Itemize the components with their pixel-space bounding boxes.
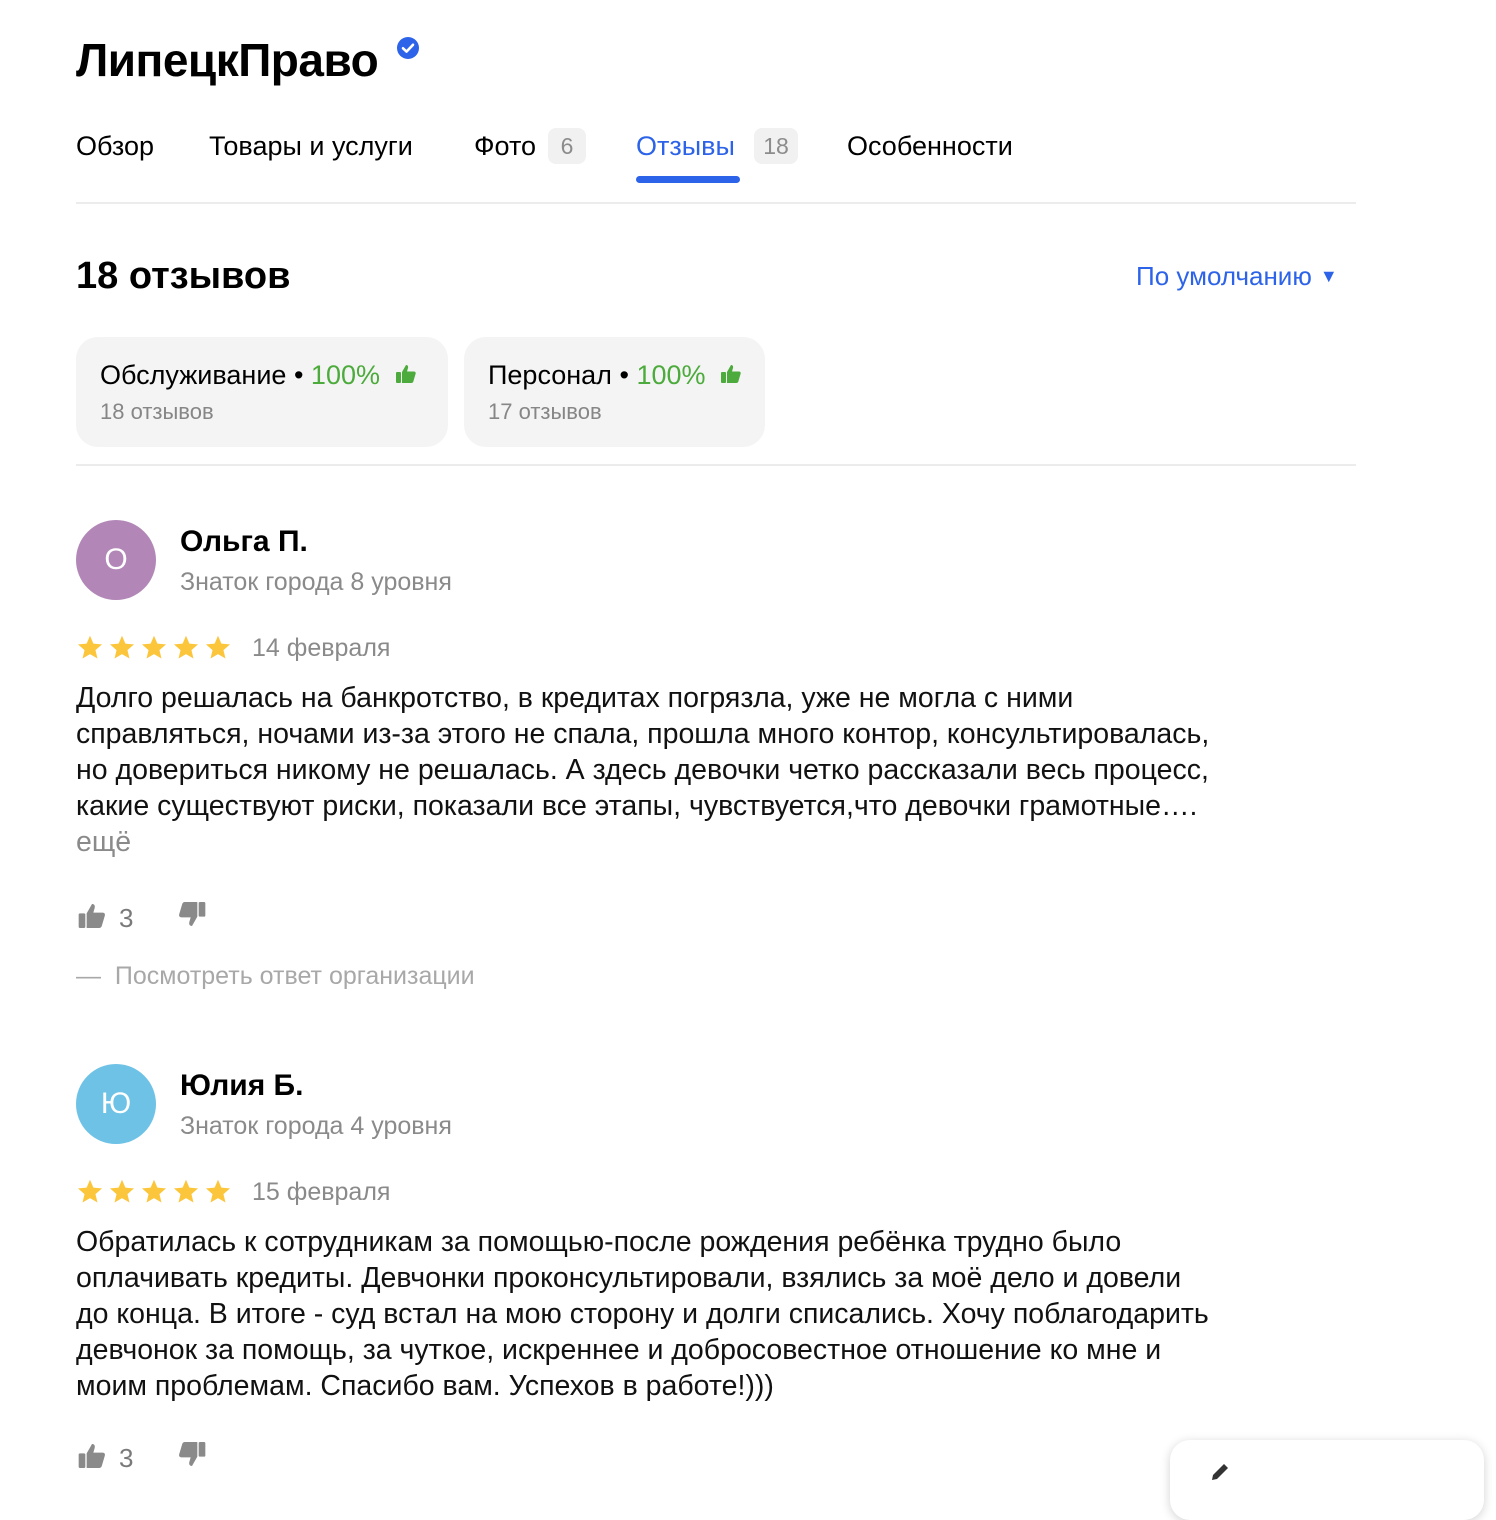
- tab-count-badge: 18: [754, 128, 798, 164]
- review-rating-stars: [76, 1178, 236, 1206]
- tab-count-badge: 6: [548, 128, 586, 164]
- organization-title: ЛипецкПраво: [76, 34, 379, 86]
- thumbs-down-icon[interactable]: [176, 1438, 208, 1470]
- aspect-title: Персонал • 100%: [488, 359, 743, 391]
- review-text-line: девчонок за помощь, за чуткое, искреннее…: [76, 1334, 1162, 1366]
- thumbs-up-icon: [395, 365, 416, 383]
- star-icon: [109, 635, 135, 659]
- tabs-divider: [76, 202, 1356, 204]
- star-icon: [205, 1179, 231, 1203]
- review-date: 15 февраля: [252, 1178, 391, 1206]
- avatar[interactable]: Ю: [76, 1064, 156, 1144]
- review-text-line: справляться, ночами из-за этого не спала…: [76, 718, 1210, 750]
- review-author-name[interactable]: Юлия Б.: [180, 1068, 303, 1104]
- aspect-card-staff[interactable]: Персонал • 100% 17 отзывов: [464, 337, 765, 447]
- verified-badge-icon: [397, 37, 419, 59]
- review-text: Долго решалась на банкротство, в кредита…: [76, 680, 1366, 860]
- star-icon: [77, 1179, 103, 1203]
- chevron-down-icon: ▼: [1319, 266, 1338, 286]
- aspect-count: 18 отзывов: [100, 399, 214, 424]
- dash: —: [76, 962, 115, 990]
- tab-features[interactable]: Особенности: [847, 124, 1013, 168]
- review-text: Обратилась к сотрудникам за помощью-посл…: [76, 1224, 1366, 1404]
- review-author-level: Знаток города 4 уровня: [180, 1112, 452, 1140]
- sort-dropdown[interactable]: По умолчанию ▼: [1136, 258, 1338, 294]
- star-icon: [173, 1179, 199, 1203]
- org-reply-label: Посмотреть ответ организации: [114, 962, 475, 990]
- view-org-reply-link[interactable]: — Посмотреть ответ организации: [76, 960, 475, 992]
- review-rating-stars: [76, 634, 236, 662]
- thumbs-up-icon: [721, 365, 741, 383]
- aspect-count: 17 отзывов: [488, 399, 602, 424]
- tab-label: Фото: [474, 131, 537, 161]
- star-icon: [141, 635, 167, 659]
- aspect-name: Персонал: [488, 360, 612, 390]
- aspect-percent: 100%: [310, 360, 380, 390]
- review-text-line: Обратилась к сотрудникам за помощью-посл…: [76, 1226, 1122, 1258]
- aspects-divider: [76, 464, 1356, 466]
- tab-goods-services[interactable]: Товары и услуги: [209, 124, 413, 168]
- read-more-link[interactable]: ещё: [76, 824, 1366, 860]
- avatar[interactable]: О: [76, 520, 156, 600]
- star-icon: [77, 635, 103, 659]
- thumbs-down-icon[interactable]: [176, 898, 208, 930]
- separator-dot: •: [619, 360, 637, 390]
- active-tab-indicator: [636, 176, 740, 183]
- star-icon: [173, 635, 199, 659]
- like-count: 3: [119, 1443, 134, 1473]
- star-icon: [141, 1179, 167, 1203]
- like-count: 3: [119, 903, 134, 933]
- review-text-line: какие существуют риски, показали все эта…: [76, 790, 1198, 822]
- tab-reviews[interactable]: Отзывы 18: [636, 124, 798, 183]
- tab-label: Особенности: [847, 131, 1013, 161]
- separator-dot: •: [293, 360, 311, 390]
- aspect-card-service[interactable]: Обслуживание • 100% 18 отзывов: [76, 337, 448, 447]
- tab-photos[interactable]: Фото 6: [474, 124, 586, 168]
- pencil-icon: [1212, 1464, 1228, 1480]
- aspect-name: Обслуживание: [100, 360, 287, 390]
- review-text-line: моим проблемам. Спасибо вам. Успехов в р…: [76, 1370, 774, 1402]
- star-icon: [109, 1179, 135, 1203]
- review-author-level: Знаток города 8 уровня: [180, 568, 452, 596]
- tab-label: Обзор: [76, 131, 154, 161]
- write-review-floating-button[interactable]: [1170, 1440, 1484, 1520]
- tab-label: Отзывы: [636, 131, 735, 161]
- review-date: 14 февраля: [252, 634, 391, 662]
- tab-label: Товары и услуги: [209, 131, 413, 161]
- aspect-title: Обслуживание • 100%: [100, 359, 418, 391]
- review-text-line: Долго решалась на банкротство, в кредита…: [76, 682, 1074, 714]
- tab-overview[interactable]: Обзор: [76, 124, 154, 168]
- reviews-count-heading: 18 отзывов: [76, 255, 291, 297]
- review-author-name[interactable]: Ольга П.: [180, 524, 308, 560]
- sort-label: По умолчанию: [1136, 261, 1312, 291]
- review-text-line: оплачивать кредиты. Девчонки проконсульт…: [76, 1262, 1182, 1294]
- aspect-percent: 100%: [636, 360, 706, 390]
- star-icon: [205, 635, 231, 659]
- review-text-line: до конца. В итоге - суд встал на мою сто…: [76, 1298, 1209, 1330]
- thumbs-up-icon[interactable]: [76, 1440, 108, 1472]
- review-text-line: но довериться никому не решалась. А здес…: [76, 754, 1209, 786]
- thumbs-up-icon[interactable]: [76, 900, 108, 932]
